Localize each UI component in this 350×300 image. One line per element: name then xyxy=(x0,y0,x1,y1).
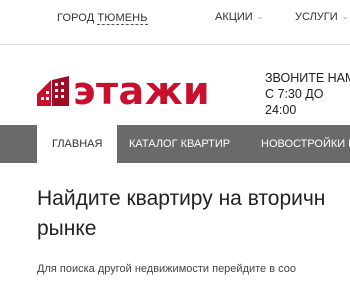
header-divider xyxy=(0,44,350,45)
contact-block: ЗВОНИТЕ НАМ С 7:30 ДО 24:00 xyxy=(265,70,350,118)
services-dropdown[interactable]: УСЛУГИ ⌄ xyxy=(295,11,348,23)
contact-line: ЗВОНИТЕ НАМ xyxy=(265,71,350,85)
city-prefix: ГОРОД xyxy=(57,12,95,24)
city-name: ТЮМЕНЬ xyxy=(97,12,148,25)
city-selector[interactable]: ГОРОД ТЮМЕНЬ xyxy=(57,12,148,25)
main-navigation: ГЛАВНАЯ КАТАЛОГ КВАРТИР НОВОСТРОЙКИ В xyxy=(0,125,350,163)
chevron-down-icon: ⌄ xyxy=(256,12,264,21)
promotions-dropdown[interactable]: АКЦИИ ⌄ xyxy=(215,11,263,23)
contact-line: 24:00 xyxy=(265,103,297,117)
contact-line: С 7:30 ДО xyxy=(265,87,324,101)
building-logo-icon xyxy=(37,76,69,106)
promotions-label: АКЦИИ xyxy=(215,11,253,23)
nav-item-new-buildings[interactable]: НОВОСТРОЙКИ В xyxy=(261,125,350,163)
nav-item-apartment-catalog[interactable]: КАТАЛОГ КВАРТИР xyxy=(129,125,230,163)
services-label: УСЛУГИ xyxy=(295,11,338,23)
nav-item-home[interactable]: ГЛАВНАЯ xyxy=(37,125,118,163)
logo-text: этажи xyxy=(73,69,211,113)
page-title: Найдите квартиру на вторичн рынке xyxy=(37,184,350,244)
info-text: Для поиска другой недвижимости перейдите… xyxy=(37,263,296,275)
page-title-line: Найдите квартиру на вторичн xyxy=(37,187,326,210)
brand-logo[interactable]: этажи xyxy=(37,69,211,113)
top-bar: ГОРОД ТЮМЕНЬ АКЦИИ ⌄ УСЛУГИ ⌄ xyxy=(0,0,350,40)
chevron-down-icon: ⌄ xyxy=(341,12,349,21)
page-title-line: рынке xyxy=(37,217,97,240)
